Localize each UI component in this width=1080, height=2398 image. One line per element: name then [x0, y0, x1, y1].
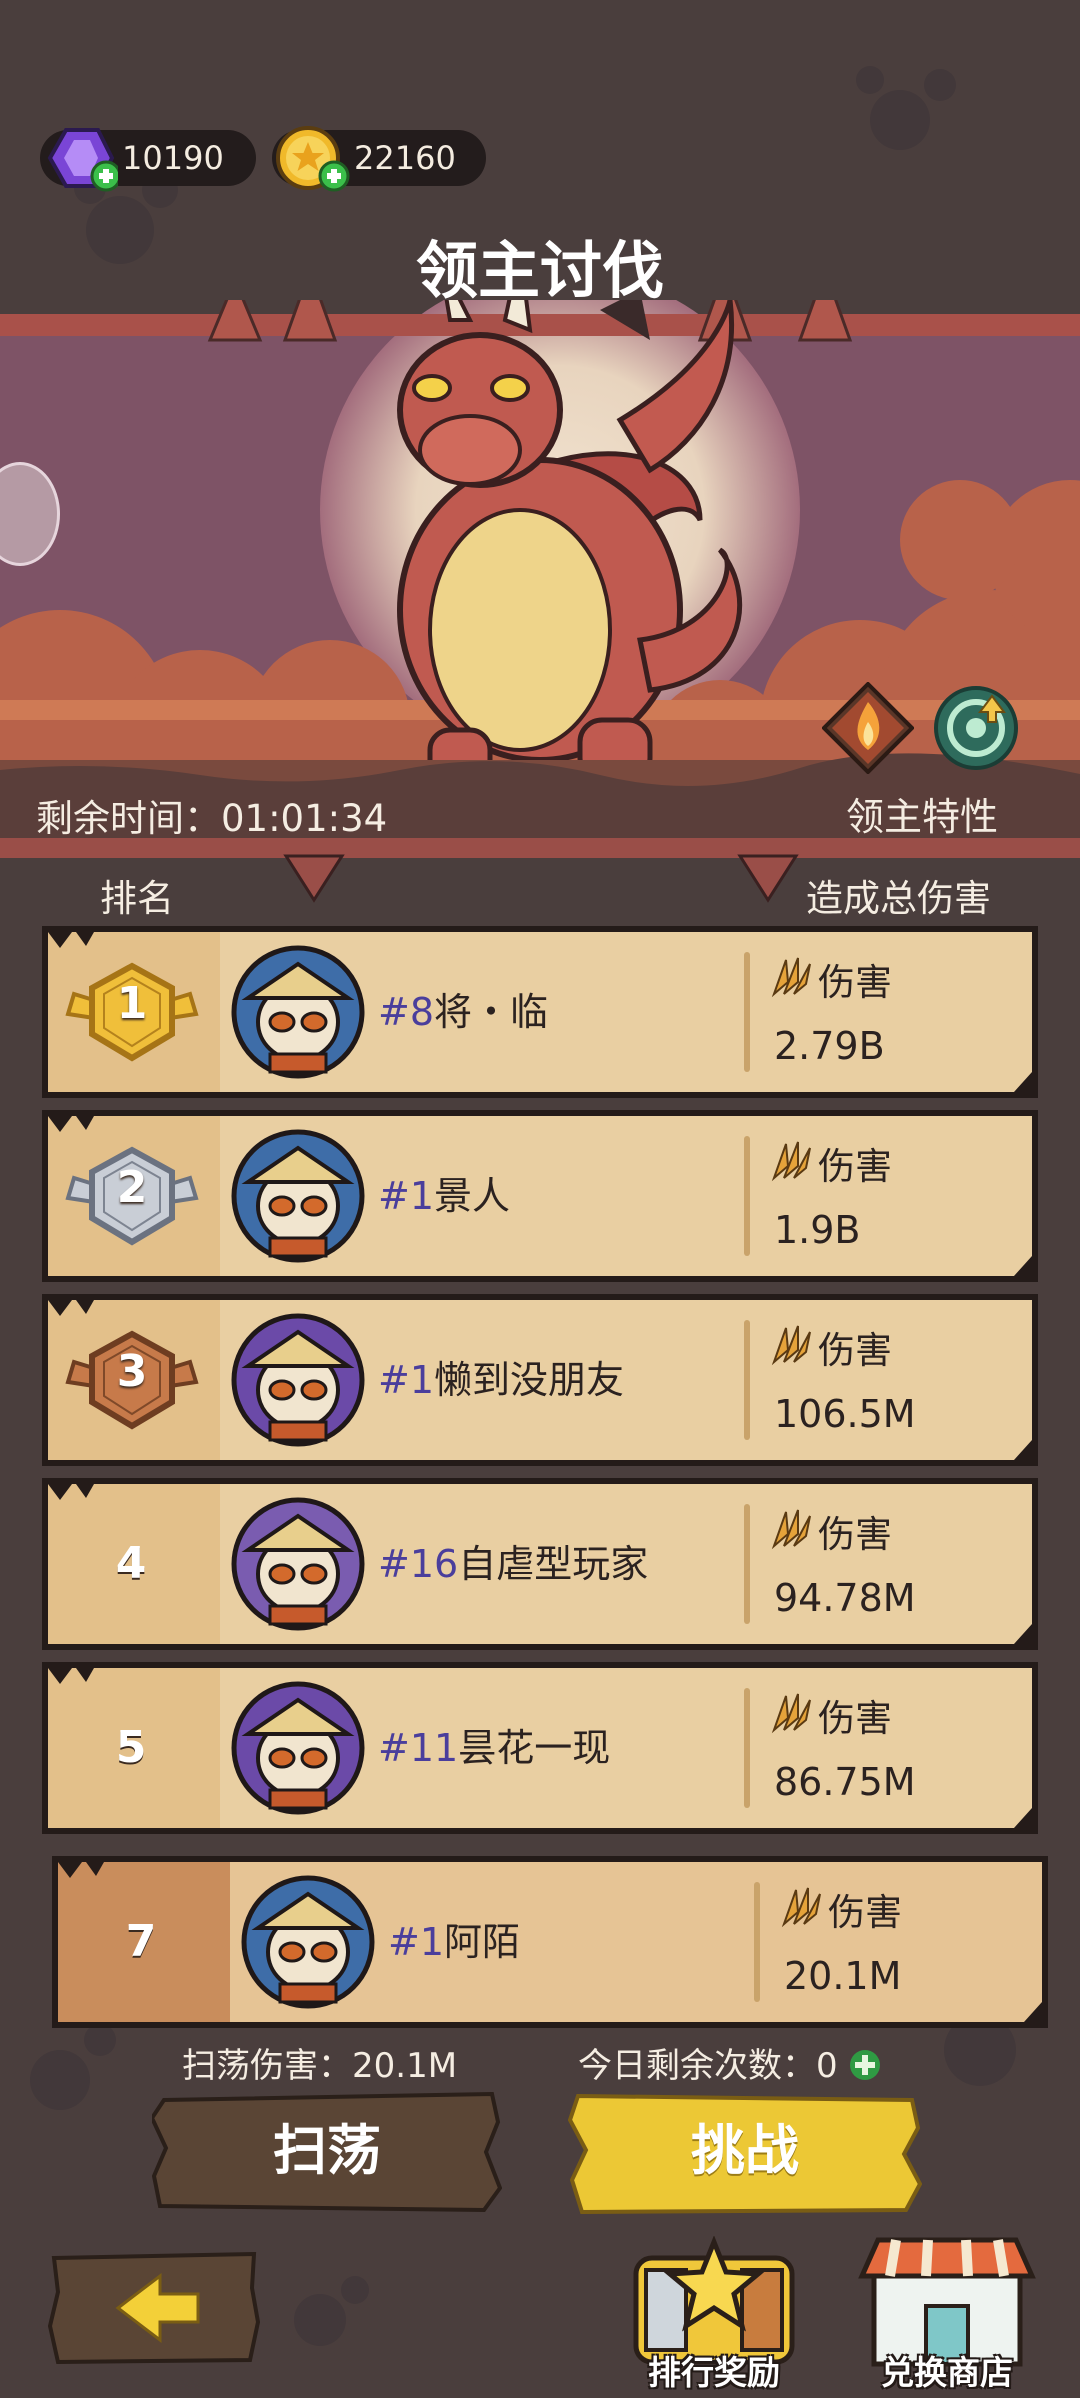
sweep-button[interactable]: 扫荡 [152, 2092, 502, 2214]
add-attempts-icon[interactable] [848, 2048, 882, 2082]
sweep-button-label: 扫荡 [273, 2119, 381, 2182]
player-level: #1 [378, 1174, 435, 1218]
self-rank-row[interactable]: 7 #1阿陌 伤害 20.1M [52, 1856, 1048, 2028]
row-divider [744, 1504, 750, 1624]
damage-column-header: 造成总伤害 [806, 877, 991, 920]
remaining-time: 剩余时间：01:01:34 [36, 788, 387, 842]
rank-column-header: 排名 [100, 877, 174, 920]
damage-label: 伤害 [818, 1697, 892, 1740]
gem-counter[interactable]: 10190 [40, 128, 256, 192]
damage-value: 106.5M [774, 1392, 916, 1436]
damage-label: 伤害 [828, 1891, 902, 1934]
damage-value: 94.78M [774, 1576, 916, 1620]
coin-count: 22160 [354, 139, 456, 177]
row-divider [754, 1882, 760, 2002]
claw-damage-icon [771, 1325, 811, 1366]
claw-damage-icon [781, 1887, 821, 1928]
damage-value: 86.75M [774, 1760, 916, 1804]
coin-counter[interactable]: 22160 [272, 126, 486, 192]
player-avatar[interactable] [230, 1128, 366, 1264]
player-avatar[interactable] [230, 1496, 366, 1632]
challenge-button-label: 挑战 [691, 2119, 799, 2182]
rank-row[interactable]: 4 #16自虐型玩家 伤害 94.78M [42, 1478, 1038, 1650]
damage-label: 伤害 [818, 1513, 892, 1556]
remaining-attempts: 今日剩余次数：0 [578, 2038, 882, 2087]
player-name-text: 自虐型玩家 [458, 1542, 649, 1586]
rank-row[interactable]: 3 #1懒到没朋友 伤害 106.5M [42, 1294, 1038, 1466]
player-avatar[interactable] [230, 944, 366, 1080]
silver-medal-icon: 2 [64, 1144, 200, 1248]
rank-number: 3 [116, 1346, 148, 1397]
player-name: #1阿陌 [388, 1856, 520, 2028]
remaining-time-label: 剩余时间： [36, 797, 221, 840]
remaining-time-value: 01:01:34 [221, 797, 388, 840]
fire-trait-icon[interactable] [822, 682, 914, 774]
rank-rewards-button[interactable]: 排行奖励 [626, 2235, 802, 2392]
rank-row[interactable]: 2 #1景人 伤害 1.9B [42, 1110, 1038, 1282]
sweep-damage: 扫荡伤害：20.1M [182, 2046, 458, 2086]
remaining-attempts-text: 今日剩余次数：0 [578, 2046, 838, 2086]
gold-medal-icon: 1 [64, 960, 200, 1064]
player-name: #16自虐型玩家 [378, 1478, 648, 1650]
purple-gem-icon [47, 128, 118, 192]
player-name: #1懒到没朋友 [378, 1294, 624, 1466]
gold-star-coin-icon [276, 126, 350, 192]
player-name-text: 懒到没朋友 [434, 1358, 625, 1402]
rank-row[interactable]: 1 #8将・临 伤害 2.79B [42, 926, 1038, 1098]
rank-row[interactable]: 5 #11昙花一现 伤害 86.75M [42, 1662, 1038, 1834]
rank-rewards-label: 排行奖励 [648, 2353, 780, 2392]
rank-number: 4 [115, 1538, 147, 1589]
page-title: 领主讨伐 [415, 234, 664, 307]
damage-value: 1.9B [774, 1208, 861, 1252]
player-name-text: 景人 [434, 1174, 511, 1218]
boss-scene [0, 300, 1080, 840]
gem-count: 10190 [122, 139, 224, 177]
back-button-board [47, 2251, 261, 2365]
player-avatar[interactable] [230, 1312, 366, 1448]
damage-label: 伤害 [818, 1145, 892, 1188]
exchange-shop-label: 兑换商店 [881, 2353, 1013, 2392]
player-name-text: 昙花一现 [458, 1726, 611, 1770]
player-name-text: 阿陌 [444, 1920, 521, 1964]
rank-number: 1 [116, 978, 148, 1029]
lord-traits-label[interactable]: 领主特性 [846, 786, 998, 841]
claw-damage-icon [771, 1141, 811, 1182]
player-level: #16 [378, 1542, 459, 1586]
player-name: #11昙花一现 [378, 1662, 610, 1834]
claw-damage-icon [771, 957, 811, 998]
challenge-button[interactable]: 挑战 [568, 2092, 922, 2214]
player-level: #11 [378, 1726, 459, 1770]
damage-value: 20.1M [784, 1954, 902, 1998]
bronze-medal-icon: 3 [64, 1328, 200, 1432]
rank-number: 2 [116, 1162, 148, 1213]
row-divider [744, 1688, 750, 1808]
damage-label: 伤害 [818, 961, 892, 1004]
claw-damage-icon [771, 1509, 811, 1550]
player-name-text: 将・临 [434, 990, 549, 1034]
player-avatar[interactable] [230, 1680, 366, 1816]
player-level: #1 [378, 1358, 435, 1402]
player-avatar[interactable] [240, 1874, 376, 2010]
rank-number: 5 [115, 1722, 147, 1773]
player-name: #1景人 [378, 1110, 510, 1282]
back-button[interactable] [47, 2251, 261, 2365]
player-level: #1 [388, 1920, 445, 1964]
exchange-shop-button[interactable]: 兑换商店 [856, 2232, 1038, 2392]
row-divider [744, 1136, 750, 1256]
target-upgrade-icon[interactable] [932, 684, 1020, 772]
player-name: #8将・临 [378, 926, 548, 1098]
row-divider [744, 952, 750, 1072]
claw-damage-icon [771, 1693, 811, 1734]
rank-number: 7 [125, 1916, 157, 1967]
player-level: #8 [378, 990, 435, 1034]
damage-value: 2.79B [774, 1024, 885, 1068]
damage-label: 伤害 [818, 1329, 892, 1372]
row-divider [744, 1320, 750, 1440]
